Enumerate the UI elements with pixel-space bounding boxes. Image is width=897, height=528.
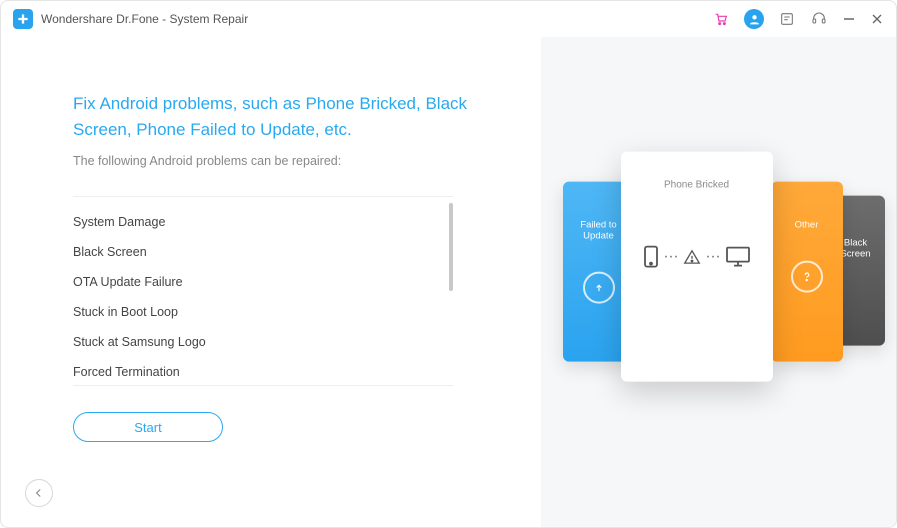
scrollbar-thumb[interactable] <box>449 203 453 291</box>
back-button[interactable] <box>25 479 53 507</box>
card-phone-bricked: Phone Bricked <box>621 152 773 382</box>
card-other: Other <box>771 182 843 362</box>
bricked-diagram <box>643 245 751 269</box>
list-item: System Damage <box>73 207 443 237</box>
subline: The following Android problems can be re… <box>73 154 541 168</box>
phone-icon <box>643 245 659 269</box>
app-title: Wondershare Dr.Fone - System Repair <box>41 12 248 26</box>
minimize-button[interactable] <box>842 12 856 26</box>
problem-list[interactable]: System Damage Black Screen OTA Update Fa… <box>73 197 443 385</box>
content-body: Fix Android problems, such as Phone Bric… <box>1 37 896 527</box>
dots-icon <box>707 256 719 258</box>
titlebar: Wondershare Dr.Fone - System Repair <box>1 1 896 37</box>
left-pane: Fix Android problems, such as Phone Bric… <box>1 37 541 527</box>
list-item: Stuck in Boot Loop <box>73 297 443 327</box>
feedback-icon[interactable] <box>778 10 796 28</box>
start-button[interactable]: Start <box>73 412 223 442</box>
warning-icon <box>683 249 701 265</box>
list-item: OTA Update Failure <box>73 267 443 297</box>
list-item: Black Screen <box>73 237 443 267</box>
app-window: Wondershare Dr.Fone - System Repair <box>0 0 897 528</box>
start-button-label: Start <box>134 420 161 435</box>
support-icon[interactable] <box>810 10 828 28</box>
account-avatar-icon[interactable] <box>744 9 764 29</box>
problem-list-container: System Damage Black Screen OTA Update Fa… <box>73 196 453 386</box>
dots-icon <box>665 256 677 258</box>
list-item: Stuck at Samsung Logo <box>73 327 443 357</box>
card-label: Other <box>771 220 843 231</box>
illustration-stage: Black Screen Other Failed to Update <box>559 142 879 402</box>
close-button[interactable] <box>870 12 884 26</box>
card-label: Phone Bricked <box>664 180 729 191</box>
question-icon <box>791 261 823 293</box>
titlebar-right <box>712 9 884 29</box>
headline: Fix Android problems, such as Phone Bric… <box>73 91 473 142</box>
list-item: Forced Termination <box>73 357 443 385</box>
right-pane: Black Screen Other Failed to Update <box>541 37 896 527</box>
titlebar-left: Wondershare Dr.Fone - System Repair <box>13 9 248 29</box>
upload-icon <box>583 272 615 304</box>
cart-icon[interactable] <box>712 10 730 28</box>
app-logo-icon <box>13 9 33 29</box>
monitor-icon <box>725 246 751 268</box>
